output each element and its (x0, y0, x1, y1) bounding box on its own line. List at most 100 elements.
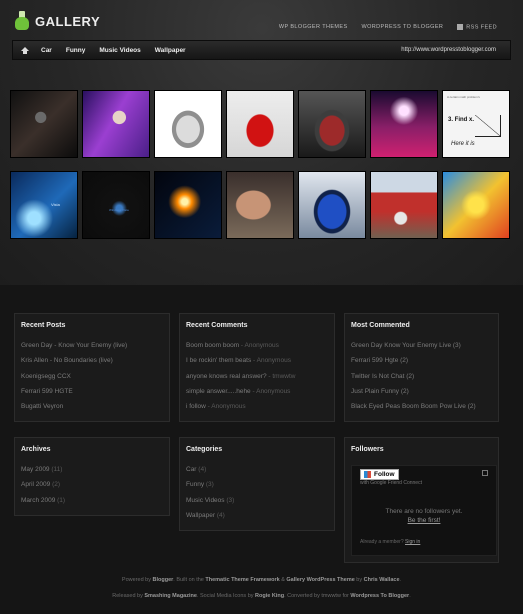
comment-author: - Anonymous (251, 357, 291, 365)
recent-post-link[interactable]: Koenigsegg CCX (21, 369, 163, 384)
footer-link-thematic[interactable]: Thematic Theme Framework (205, 577, 279, 583)
nav-item-funny[interactable]: Funny (66, 47, 86, 54)
footer-link-rogie-king[interactable]: Rogie King (255, 593, 284, 599)
category-label: Car (186, 466, 197, 473)
gallery-thumb-cartoon[interactable] (442, 171, 510, 239)
archive-link[interactable]: March 2009 (1) (21, 493, 163, 508)
comment-text: I be rockin' them beats (186, 357, 252, 365)
top-link-wp-blogger-themes[interactable]: WP BLOGGER THEMES (279, 24, 348, 30)
recent-comments-widget: Recent Comments Boom boom boom - Anonymo… (179, 313, 335, 422)
member-text: Already a member? (360, 539, 404, 545)
archive-link[interactable]: May 2009 (11) (21, 462, 163, 477)
category-count: (3) (224, 496, 235, 504)
most-commented-link[interactable]: Just Plain Funny (2) (351, 384, 492, 399)
footer-link-blogger[interactable]: Blogger (153, 577, 174, 583)
recent-post-link[interactable]: Bugatti Veyron (21, 399, 163, 414)
footer-text: Released by (112, 593, 145, 599)
category-link[interactable]: Funny (3) (186, 477, 328, 492)
gallery-thumb-concert[interactable] (370, 90, 438, 158)
nav-item-car[interactable]: Car (41, 47, 52, 54)
member-row: Already a member? Sign in (360, 539, 420, 545)
logo-text: GALLERY (35, 13, 101, 29)
header-area: GALLERY WP BLOGGER THEMES WORDPRESS TO B… (0, 0, 523, 285)
categories-title: Categories (186, 446, 223, 453)
most-commented-link[interactable]: Black Eyed Peas Boom Boom Pow Live (2) (351, 399, 492, 414)
category-link[interactable]: Wallpaper (4) (186, 508, 328, 523)
sign-in-link[interactable]: Sign in (405, 539, 420, 545)
category-label: Funny (186, 481, 205, 489)
be-first-link[interactable]: Be the first! (408, 517, 441, 524)
most-commented-widget: Most Commented Green Day Know Your Enemy… (344, 313, 499, 422)
windows-vista-label: Windows Vista (109, 208, 129, 212)
home-icon[interactable] (21, 46, 29, 54)
gallery-thumb-ferrari[interactable] (226, 90, 294, 158)
footer-link-gallery-theme[interactable]: Gallery WordPress Theme (286, 577, 354, 583)
footer-credits-line2: Released by Smashing Magazine. Social Me… (0, 593, 523, 599)
top-link-rss-feed[interactable]: RSS FEED (457, 24, 497, 30)
gallery-thumb-guitarist[interactable] (10, 90, 78, 158)
main-nav: Car Funny Music Videos Wallpaper http://… (12, 40, 511, 60)
followers-panel: Follow with Google Friend Connect There … (351, 465, 497, 556)
expand-icon[interactable] (482, 470, 488, 476)
gallery-thumb-bugatti[interactable] (298, 90, 366, 158)
category-link[interactable]: Music Videos (3) (186, 493, 328, 508)
gallery-thumb-koenigsegg[interactable] (154, 90, 222, 158)
recent-comment[interactable]: i follow - Anonymous (186, 399, 328, 414)
comment-author: - Anonymous (250, 387, 291, 395)
math-answer: Here it is (451, 141, 475, 147)
recent-comment[interactable]: anyone knows real answer? - tmwwtw (186, 369, 328, 384)
recent-comment[interactable]: Boom boom boom - Anonymous (186, 338, 328, 353)
category-count: (4) (215, 511, 225, 519)
footer-text: . (409, 593, 411, 599)
gallery-thumb-math-problem[interactable]: A certain math problem's 3. Find x. Here… (442, 90, 510, 158)
most-commented-link[interactable]: Ferrari 599 Hgte (2) (351, 353, 492, 368)
archive-label: April 2009 (21, 481, 51, 489)
gallery-thumb-vista-dark[interactable]: Windows Vista (82, 171, 150, 239)
followers-title: Followers (351, 446, 384, 453)
footer-text: by (354, 577, 364, 583)
category-count: (4) (196, 466, 207, 473)
comment-author: - Anonymous (205, 403, 246, 411)
gallery-thumb-blue-car[interactable] (298, 171, 366, 239)
footer-link-wordpress-to-blogger[interactable]: Wordpress To Blogger (350, 593, 409, 599)
gallery-thumb-space[interactable] (154, 171, 222, 239)
gallery-thumb-webcam[interactable] (226, 171, 294, 239)
gallery-grid: A certain math problem's 3. Find x. Here… (10, 90, 510, 239)
gallery-thumb-vista-blue[interactable]: Vista (10, 171, 78, 239)
triangle-drawing (475, 115, 501, 137)
vista-label: Vista (51, 202, 60, 207)
recent-post-link[interactable]: Kris Allen - No Boundaries (live) (21, 353, 163, 368)
comment-text: simple answer.....hehe (186, 387, 251, 395)
top-link-wordpress-to-blogger[interactable]: WORDPRESS TO BLOGGER (362, 24, 444, 30)
flask-icon (14, 11, 30, 31)
archive-count: (2) (50, 481, 61, 489)
archives-title: Archives (21, 446, 51, 453)
friend-connect-subtitle: with Google Friend Connect (360, 480, 422, 486)
follow-button[interactable]: Follow (360, 469, 399, 480)
most-commented-link[interactable]: Twitter Is Not Chat (2) (351, 369, 492, 384)
footer-text: . Converted by tmwwtw for (284, 593, 351, 599)
site-url[interactable]: http://www.wordpresstoblogger.com (401, 47, 496, 53)
archive-count: (11) (49, 466, 63, 473)
gallery-thumb-street[interactable] (370, 171, 438, 239)
followers-widget: Followers Follow with Google Friend Conn… (344, 437, 499, 563)
footer-link-chris-wallace[interactable]: Chris Wallace (364, 577, 400, 583)
comment-text: Boom boom boom (186, 342, 240, 349)
footer-text: Powered by (121, 577, 153, 583)
recent-post-link[interactable]: Ferrari 599 HGTE (21, 384, 163, 399)
category-link[interactable]: Car (4) (186, 462, 328, 477)
recent-post-link[interactable]: Green Day - Know Your Enemy (live) (21, 338, 163, 353)
category-count: (3) (204, 481, 214, 489)
recent-comment[interactable]: simple answer.....hehe - Anonymous (186, 384, 328, 399)
site-logo[interactable]: GALLERY (14, 11, 100, 31)
most-commented-link[interactable]: Green Day Know Your Enemy Live (3) (351, 338, 492, 353)
archive-link[interactable]: April 2009 (2) (21, 477, 163, 492)
recent-posts-title: Recent Posts (21, 322, 66, 329)
nav-item-wallpaper[interactable]: Wallpaper (155, 47, 186, 54)
archive-label: March 2009 (21, 496, 56, 504)
math-caption: A certain math problem's (447, 95, 480, 99)
recent-comment[interactable]: I be rockin' them beats - Anonymous (186, 353, 328, 368)
nav-item-music-videos[interactable]: Music Videos (99, 47, 140, 54)
footer-link-smashing-magazine[interactable]: Smashing Magazine (144, 593, 197, 599)
gallery-thumb-singer[interactable] (82, 90, 150, 158)
